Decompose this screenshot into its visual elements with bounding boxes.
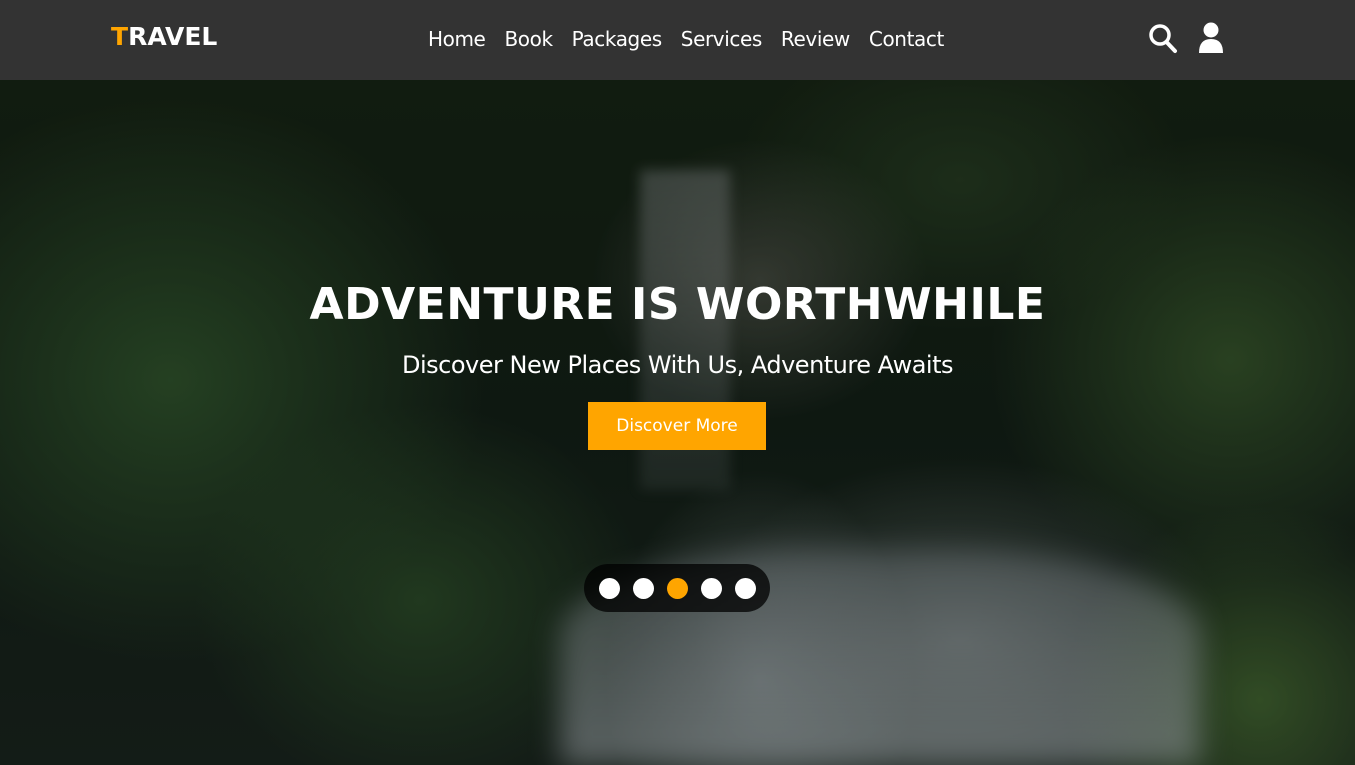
discover-more-button[interactable]: Discover More: [588, 402, 766, 450]
logo-text: RAVEL: [128, 22, 218, 51]
slide-dot-5[interactable]: [734, 577, 756, 599]
header-icons: [1148, 22, 1228, 54]
hero-subtitle: Discover New Places With Us, Adventure A…: [402, 351, 954, 379]
hero-section: ADVENTURE IS WORTHWHILE Discover New Pla…: [0, 80, 1355, 765]
top-navbar: TRAVEL Home Book Packages Services Revie…: [0, 0, 1355, 80]
slide-dot-3[interactable]: [666, 577, 688, 599]
nav-services[interactable]: Services: [681, 24, 763, 54]
slider-controls: [584, 564, 770, 612]
search-icon[interactable]: [1148, 22, 1178, 54]
user-icon[interactable]: [1198, 22, 1228, 54]
logo-accent-letter: T: [111, 22, 129, 51]
hero-title: ADVENTURE IS WORTHWHILE: [309, 279, 1046, 330]
main-nav: Home Book Packages Services Review Conta…: [428, 24, 963, 54]
nav-review[interactable]: Review: [781, 24, 850, 54]
nav-book[interactable]: Book: [504, 24, 553, 54]
nav-home[interactable]: Home: [428, 24, 486, 54]
nav-packages[interactable]: Packages: [572, 24, 663, 54]
nav-contact[interactable]: Contact: [869, 24, 944, 54]
site-logo[interactable]: TRAVEL: [111, 22, 217, 52]
slide-dot-1[interactable]: [598, 577, 620, 599]
slide-dot-4[interactable]: [700, 577, 722, 599]
slide-dot-2[interactable]: [632, 577, 654, 599]
